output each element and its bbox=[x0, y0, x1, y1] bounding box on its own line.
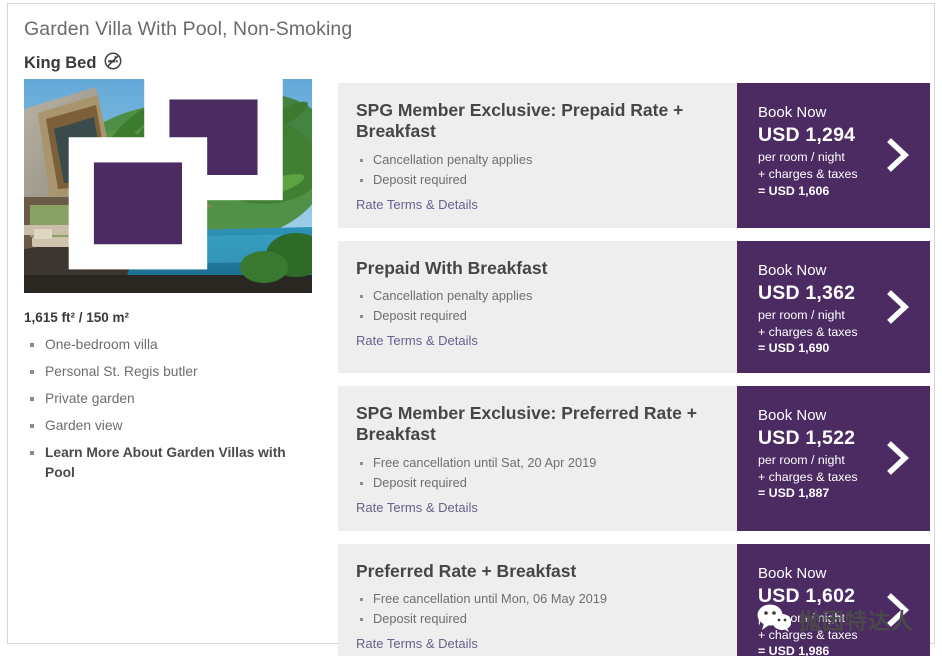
book-now-label: Book Now bbox=[758, 406, 827, 424]
list-item: Private garden bbox=[24, 389, 312, 409]
photos-badge[interactable]: PHOTOS bbox=[38, 79, 312, 282]
stacked-photos-icon bbox=[38, 79, 312, 282]
list-item: Deposit required bbox=[356, 172, 719, 187]
watermark-text: 抛因特达人 bbox=[799, 610, 915, 635]
book-now-label: Book Now bbox=[758, 564, 827, 582]
book-now-panel[interactable]: Book Now USD 1,362 per room / night + ch… bbox=[737, 240, 930, 373]
rate-terms-link[interactable]: Rate Terms & Details bbox=[356, 197, 478, 212]
list-item: Cancellation penalty applies bbox=[356, 288, 719, 303]
rate-total: = USD 1,986 bbox=[758, 644, 830, 656]
list-item: Free cancellation until Mon, 06 May 2019 bbox=[356, 591, 719, 606]
rate-name: Preferred Rate + Breakfast bbox=[356, 560, 577, 581]
book-now-label: Book Now bbox=[758, 261, 827, 279]
book-now-panel[interactable]: Book Now USD 1,294 per room / night + ch… bbox=[737, 83, 930, 228]
list-item: One-bedroom villa bbox=[24, 335, 312, 355]
chevron-right-icon[interactable] bbox=[886, 138, 912, 173]
charges-label: + charges & taxes bbox=[758, 324, 858, 339]
rate-total: = USD 1,690 bbox=[758, 341, 830, 356]
rate-bullets: Cancellation penalty applies Deposit req… bbox=[356, 288, 719, 323]
rate-info: SPG Member Exclusive: Preferred Rate + B… bbox=[338, 385, 737, 531]
rate-bullets: Free cancellation until Sat, 20 Apr 2019… bbox=[356, 455, 719, 490]
rate-name: SPG Member Exclusive: Preferred Rate + B… bbox=[356, 402, 697, 445]
no-smoking-icon bbox=[104, 52, 122, 75]
list-item: Deposit required bbox=[356, 611, 719, 626]
page-root: Garden Villa With Pool, Non-Smoking King… bbox=[0, 0, 942, 656]
room-left-column: PHOTOS 1,615 ft² / 150 m² One-bedroom vi… bbox=[24, 79, 312, 490]
rate-bullets: Cancellation penalty applies Deposit req… bbox=[356, 152, 719, 187]
book-now-panel[interactable]: Book Now USD 1,522 per room / night + ch… bbox=[737, 385, 930, 531]
rate-list: SPG Member Exclusive: Prepaid Rate + Bre… bbox=[338, 83, 930, 656]
book-now-label: Book Now bbox=[758, 104, 827, 121]
rate-info: Prepaid With Breakfast Cancellation pena… bbox=[338, 240, 737, 373]
list-item: Free cancellation until Sat, 20 Apr 2019 bbox=[356, 455, 719, 470]
room-photo[interactable]: PHOTOS bbox=[24, 79, 312, 293]
rate-total: = USD 1,887 bbox=[758, 486, 830, 501]
list-item: Garden view bbox=[24, 416, 312, 436]
chevron-right-icon[interactable] bbox=[886, 441, 912, 476]
rate-info: Preferred Rate + Breakfast Free cancella… bbox=[338, 543, 737, 656]
rate-info: SPG Member Exclusive: Prepaid Rate + Bre… bbox=[338, 83, 737, 228]
room-detail-card: Garden Villa With Pool, Non-Smoking King… bbox=[7, 3, 935, 656]
list-item: Deposit required bbox=[356, 308, 719, 323]
page-title: Garden Villa With Pool, Non-Smoking bbox=[24, 18, 353, 40]
rate-total: = USD 1,606 bbox=[758, 183, 830, 198]
bed-type-label: King Bed bbox=[24, 54, 97, 72]
learn-more-link[interactable]: Learn More About Garden Villas with Pool bbox=[24, 443, 296, 483]
wechat-watermark: 抛因特达人 bbox=[757, 603, 935, 637]
rate-terms-link[interactable]: Rate Terms & Details bbox=[356, 636, 478, 651]
chevron-right-icon[interactable] bbox=[886, 289, 912, 324]
room-size: 1,615 ft² / 150 m² bbox=[24, 310, 130, 325]
book-now-panel[interactable]: Book Now USD 1,602 per room / night + ch… bbox=[737, 543, 930, 656]
rate-terms-link[interactable]: Rate Terms & Details bbox=[356, 500, 478, 515]
bed-type-row: King Bed bbox=[24, 52, 122, 75]
wechat-icon bbox=[757, 604, 792, 637]
list-item: Deposit required bbox=[356, 475, 719, 490]
rate-bullets: Free cancellation until Mon, 06 May 2019… bbox=[356, 591, 719, 626]
rate-terms-link[interactable]: Rate Terms & Details bbox=[356, 333, 478, 348]
rate-row: SPG Member Exclusive: Prepaid Rate + Bre… bbox=[338, 83, 930, 228]
rate-row: Prepaid With Breakfast Cancellation pena… bbox=[338, 240, 930, 373]
rate-name: SPG Member Exclusive: Prepaid Rate + Bre… bbox=[356, 100, 684, 142]
rate-row: Preferred Rate + Breakfast Free cancella… bbox=[338, 543, 930, 656]
list-item: Cancellation penalty applies bbox=[356, 152, 719, 167]
rate-row: SPG Member Exclusive: Preferred Rate + B… bbox=[338, 385, 930, 531]
room-feature-list: One-bedroom villa Personal St. Regis but… bbox=[24, 335, 312, 483]
rate-name: Prepaid With Breakfast bbox=[356, 257, 548, 278]
list-item: Personal St. Regis butler bbox=[24, 362, 312, 382]
